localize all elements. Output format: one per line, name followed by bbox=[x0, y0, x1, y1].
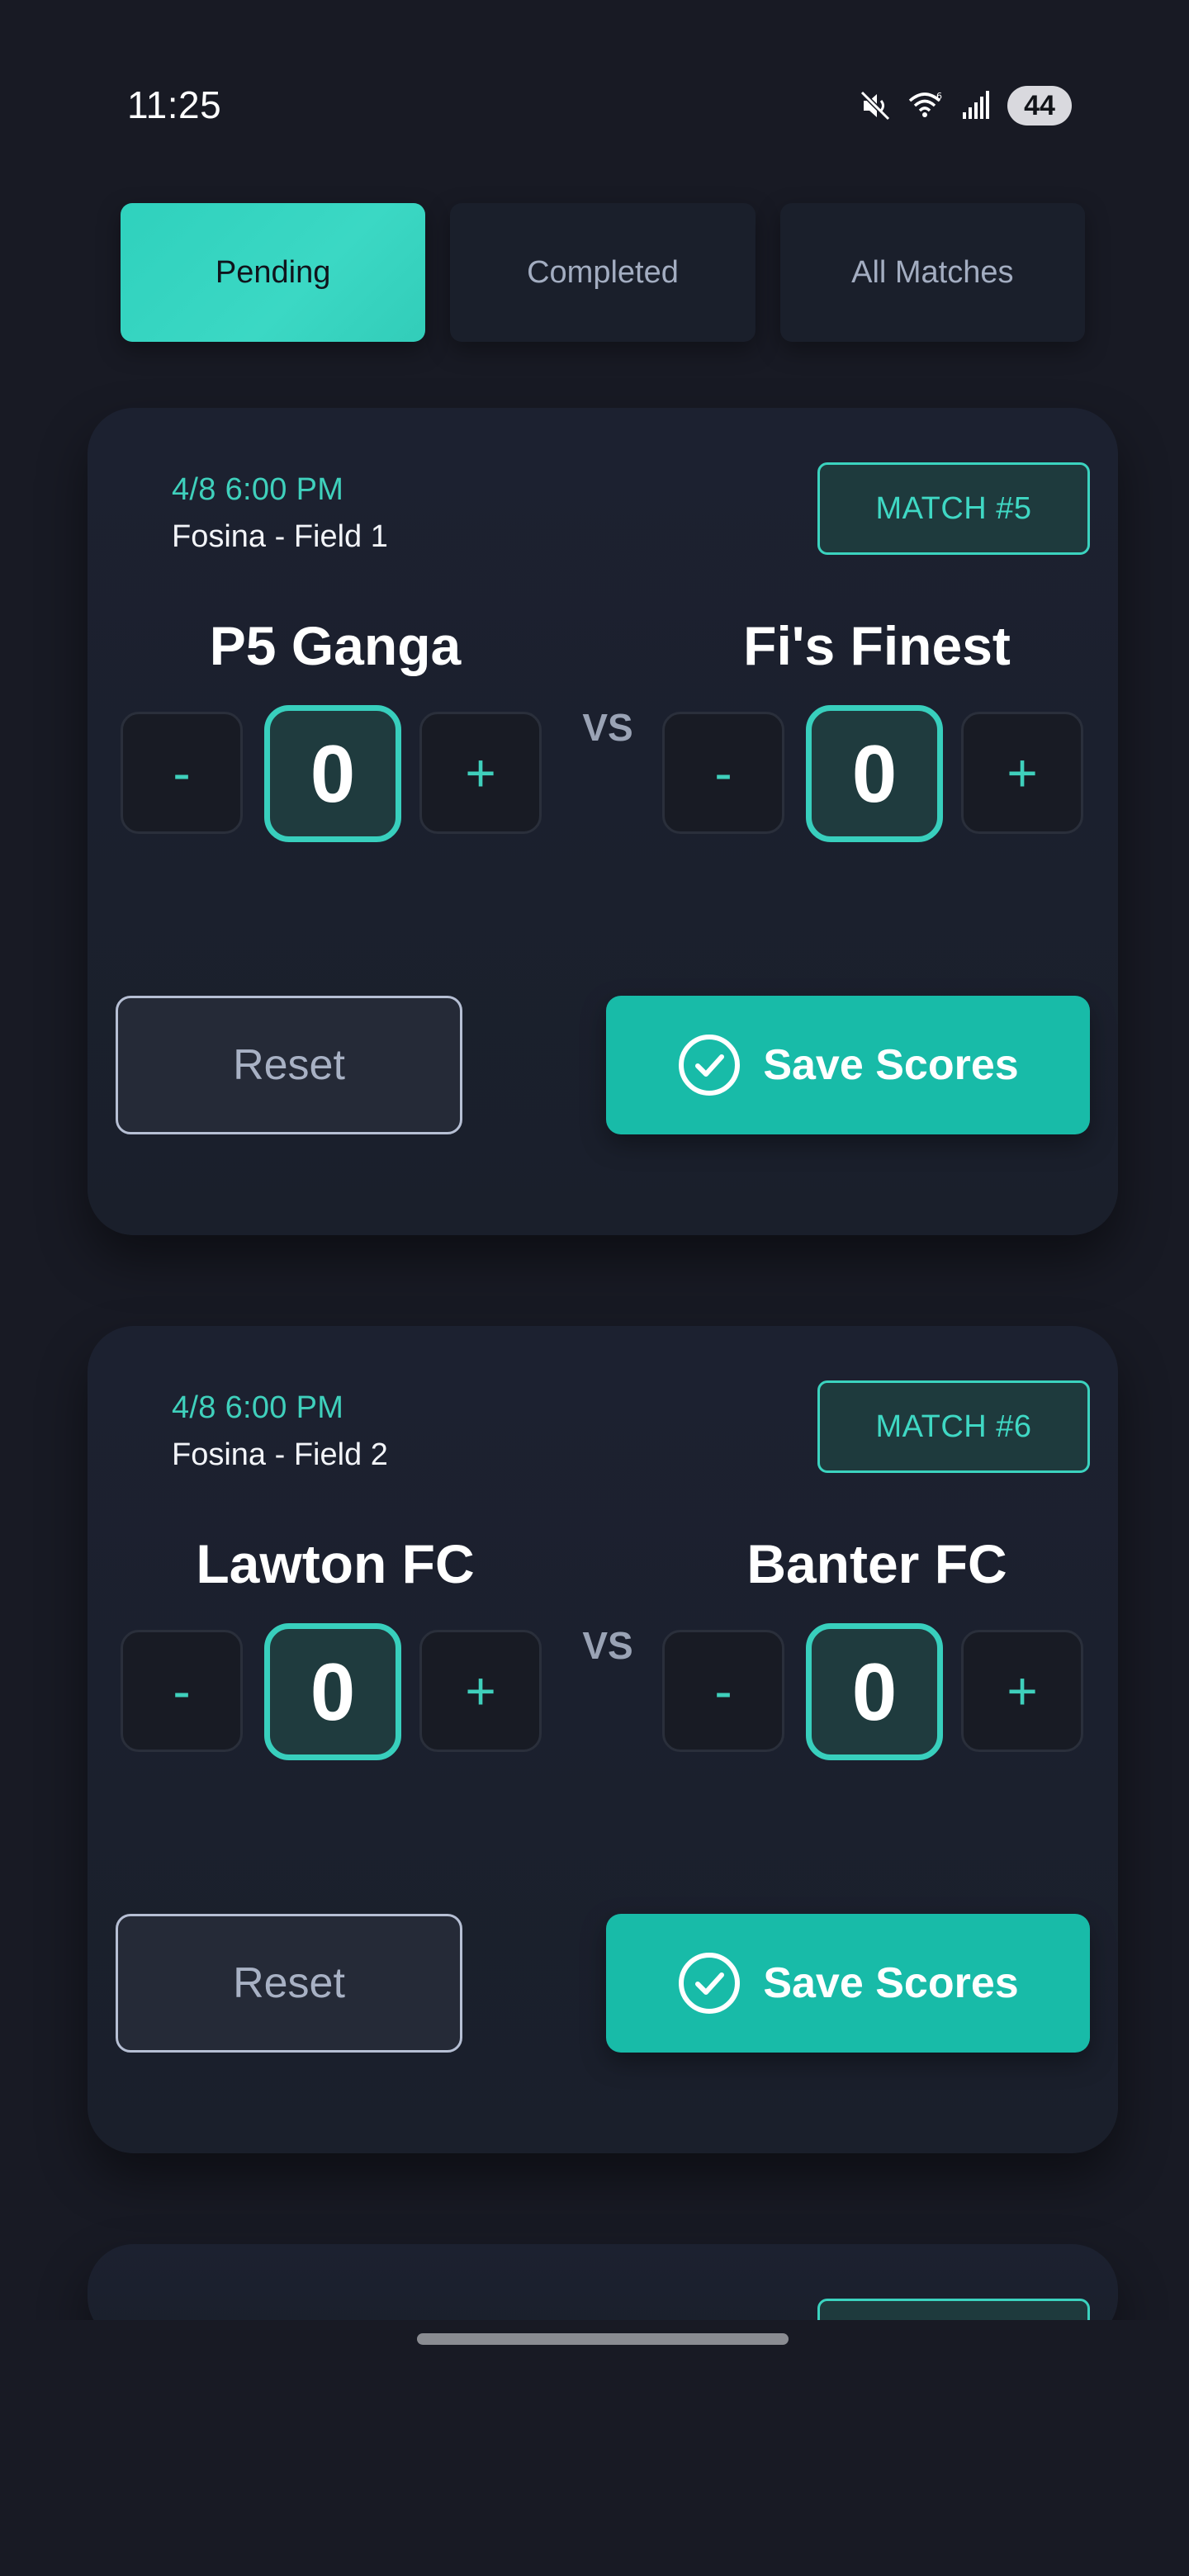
home-team-name: Lawton FC bbox=[196, 1533, 475, 1594]
tab-completed[interactable]: Completed bbox=[450, 203, 756, 342]
bottom-safe-area bbox=[0, 2320, 1189, 2576]
status-time: 11:25 bbox=[127, 83, 222, 126]
away-decrement-button[interactable]: - bbox=[662, 1630, 784, 1752]
away-decrement-button[interactable]: - bbox=[662, 712, 784, 834]
tab-pending[interactable]: Pending bbox=[121, 203, 426, 342]
vs-label: VS bbox=[582, 706, 633, 749]
reset-button[interactable]: Reset bbox=[116, 1914, 462, 2053]
match-datetime: 4/8 6:00 PM bbox=[172, 472, 344, 507]
status-bar: 11:25 6 44 bbox=[0, 0, 1189, 215]
tab-all-matches[interactable]: All Matches bbox=[779, 203, 1085, 342]
away-score-value: 0 bbox=[806, 1623, 943, 1760]
home-score-value: 0 bbox=[264, 705, 401, 842]
match-card: 4/8 6:00 PM Fosina - Field 2 MATCH #6 La… bbox=[88, 1326, 1118, 2153]
home-increment-button[interactable]: + bbox=[419, 712, 542, 834]
home-decrement-button[interactable]: - bbox=[121, 712, 243, 834]
check-circle-icon bbox=[677, 1033, 741, 1097]
match-number-badge: MATCH #5 bbox=[817, 462, 1090, 555]
home-indicator[interactable] bbox=[417, 2333, 789, 2345]
match-number-badge: MATCH #6 bbox=[817, 1380, 1090, 1473]
save-scores-button[interactable]: Save Scores bbox=[606, 1914, 1090, 2053]
match-venue: Fosina - Field 2 bbox=[172, 1437, 388, 1472]
match-datetime: 4/8 6:00 PM bbox=[172, 1390, 344, 1425]
match-meta: 4/8 6:00 PM Fosina - Field 1 bbox=[172, 472, 388, 555]
away-team-name: Banter FC bbox=[746, 1533, 1007, 1594]
reset-button[interactable]: Reset bbox=[116, 996, 462, 1134]
svg-text:6: 6 bbox=[936, 91, 942, 102]
check-circle-icon bbox=[677, 1951, 741, 2015]
away-score-stepper: - 0 + bbox=[662, 1623, 1092, 1764]
away-increment-button[interactable]: + bbox=[961, 712, 1083, 834]
away-increment-button[interactable]: + bbox=[961, 1630, 1083, 1752]
match-card: 4/8 6:00 PM Fosina - Field 1 MATCH #5 P5… bbox=[88, 408, 1118, 1235]
save-scores-label: Save Scores bbox=[763, 1959, 1019, 2007]
home-score-stepper: - 0 + bbox=[121, 1623, 550, 1764]
home-increment-button[interactable]: + bbox=[419, 1630, 542, 1752]
vs-label: VS bbox=[582, 1624, 633, 1667]
away-score-value: 0 bbox=[806, 705, 943, 842]
filter-tabs: Pending Completed All Matches bbox=[121, 203, 1085, 342]
home-team-name: P5 Ganga bbox=[209, 615, 462, 676]
home-decrement-button[interactable]: - bbox=[121, 1630, 243, 1752]
signal-icon bbox=[961, 89, 991, 122]
away-score-stepper: - 0 + bbox=[662, 705, 1092, 845]
save-scores-label: Save Scores bbox=[763, 1041, 1019, 1089]
match-meta: 4/8 6:00 PM Fosina - Field 2 bbox=[172, 1390, 388, 1473]
away-team-name: Fi's Finest bbox=[743, 615, 1011, 676]
mute-icon bbox=[859, 89, 892, 122]
status-icons: 6 44 bbox=[859, 86, 1072, 125]
home-score-value: 0 bbox=[264, 1623, 401, 1760]
home-score-stepper: - 0 + bbox=[121, 705, 550, 845]
wifi-icon: 6 bbox=[908, 89, 945, 122]
battery-icon: 44 bbox=[1007, 86, 1072, 125]
save-scores-button[interactable]: Save Scores bbox=[606, 996, 1090, 1134]
match-venue: Fosina - Field 1 bbox=[172, 519, 388, 554]
